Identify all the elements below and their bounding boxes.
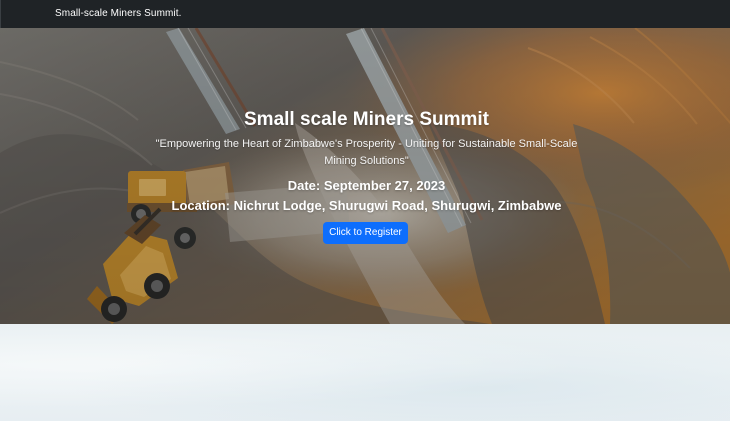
hero-tagline: "Empowering the Heart of Zimbabwe's Pros… <box>155 138 578 167</box>
page: Small-scale Miners Summit. Small scale M… <box>0 0 733 421</box>
event-date: Date: September 27, 2023 <box>287 178 446 193</box>
lower-haze-background <box>0 324 733 421</box>
hero-content: Small scale Miners Summit "Empowering th… <box>0 28 733 324</box>
event-location: Location: Nichrut Lodge, Shurugwi Road, … <box>171 198 562 213</box>
top-navbar: Small-scale Miners Summit. <box>0 0 733 28</box>
hero-title: Small scale Miners Summit <box>244 109 489 130</box>
register-button[interactable]: Click to Register <box>323 222 408 244</box>
site-brand-link[interactable]: Small-scale Miners Summit. <box>55 8 182 19</box>
hero-banner: Small scale Miners Summit "Empowering th… <box>0 28 733 324</box>
lower-section-background <box>0 324 733 421</box>
